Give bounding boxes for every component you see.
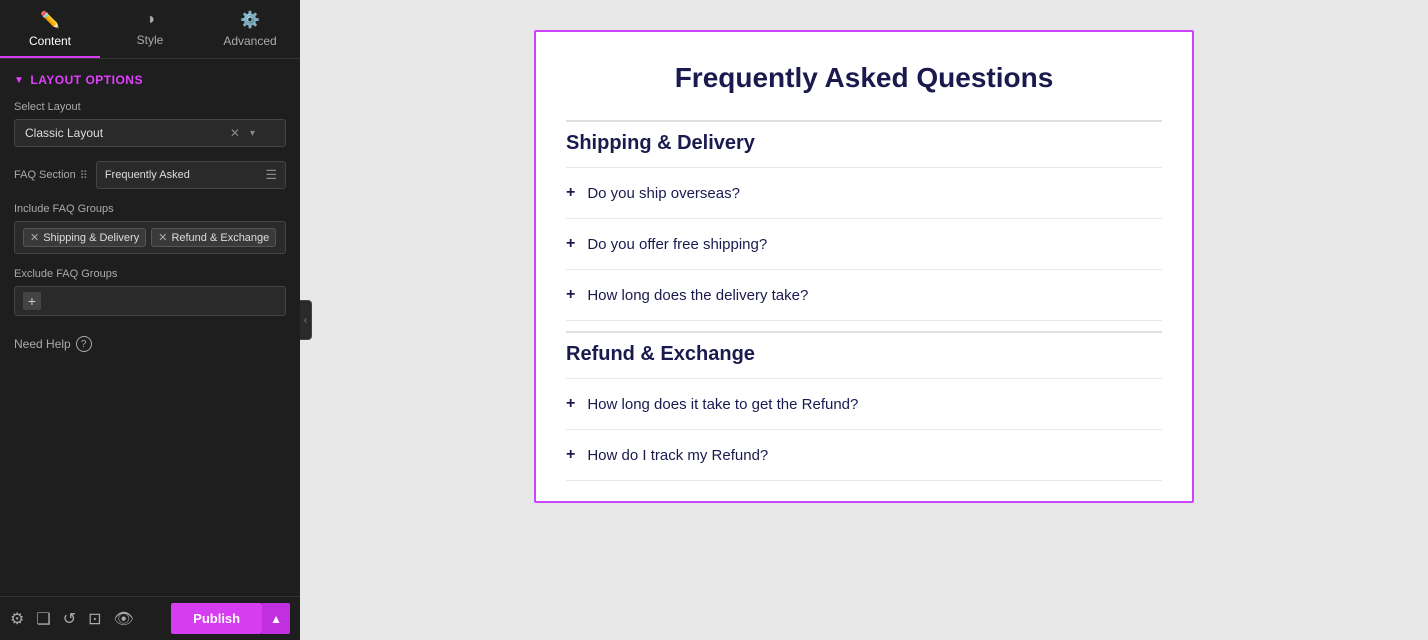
tab-content-label: Content	[29, 34, 71, 48]
faq-group-refund-title: Refund & Exchange	[566, 331, 1162, 378]
history-icon[interactable]: ↺	[63, 609, 76, 629]
layers-icon[interactable]: ❑	[36, 609, 50, 629]
remove-refund-tag-icon[interactable]: ✕	[158, 231, 167, 244]
layout-options-section: ▼ Layout Options	[14, 73, 286, 87]
list-icon: ☰	[265, 167, 277, 183]
faq-group-shipping-title: Shipping & Delivery	[566, 120, 1162, 167]
publish-chevron-button[interactable]: ▲	[262, 603, 290, 634]
tag-shipping-label: Shipping & Delivery	[43, 232, 139, 244]
faq-plus-icon: +	[566, 235, 575, 253]
include-tags-container: ✕ Shipping & Delivery ✕ Refund & Exchang…	[14, 221, 286, 254]
faq-section-dropdown[interactable]: Frequently Asked ☰	[96, 161, 286, 189]
need-help[interactable]: Need Help ?	[14, 336, 286, 352]
faq-plus-icon: +	[566, 286, 575, 304]
tabs-bar: ✏️ Content ◑ Style ⚙️ Advanced	[0, 0, 300, 59]
add-exclude-group-button[interactable]: +	[23, 292, 41, 310]
tag-refund: ✕ Refund & Exchange	[151, 228, 276, 247]
faq-group-shipping: Shipping & Delivery + Do you ship overse…	[566, 120, 1162, 321]
clear-layout-icon[interactable]: ✕	[230, 126, 240, 140]
faq-widget: Frequently Asked Questions Shipping & De…	[534, 30, 1194, 503]
select-layout-value: Classic Layout	[25, 126, 103, 140]
tab-advanced-label: Advanced	[223, 34, 276, 48]
style-icon: ◑	[145, 11, 155, 29]
faq-question-2: Do you offer free shipping?	[587, 236, 767, 253]
panel-content: ▼ Layout Options Select Layout Classic L…	[0, 59, 300, 596]
faq-question-1: Do you ship overseas?	[587, 185, 740, 202]
select-layout-wrapper: Classic Layout ✕ ▾	[14, 119, 286, 147]
settings-icon[interactable]: ⚙	[10, 609, 24, 629]
dropdown-arrow-icon: ▾	[250, 128, 255, 139]
faq-section-label: FAQ Section ⠿	[14, 169, 88, 182]
publish-button[interactable]: Publish	[171, 603, 262, 634]
faq-section-value: Frequently Asked	[105, 169, 190, 181]
advanced-icon: ⚙️	[240, 10, 260, 30]
tab-content[interactable]: ✏️ Content	[0, 0, 100, 58]
exclude-faq-groups-label: Exclude FAQ Groups	[14, 268, 286, 280]
faq-item[interactable]: + How long does the delivery take?	[566, 269, 1162, 321]
faq-question-5: How do I track my Refund?	[587, 447, 768, 464]
faq-question-4: How long does it take to get the Refund?	[587, 396, 858, 413]
tab-advanced[interactable]: ⚙️ Advanced	[200, 0, 300, 58]
tag-refund-label: Refund & Exchange	[171, 232, 269, 244]
faq-plus-icon: +	[566, 395, 575, 413]
remove-shipping-tag-icon[interactable]: ✕	[30, 231, 39, 244]
faq-group-refund: Refund & Exchange + How long does it tak…	[566, 331, 1162, 481]
faq-item[interactable]: + How long does it take to get the Refun…	[566, 378, 1162, 429]
faq-item[interactable]: + How do I track my Refund?	[566, 429, 1162, 481]
faq-section-row: FAQ Section ⠿ Frequently Asked ☰	[14, 161, 286, 189]
right-panel: Frequently Asked Questions Shipping & De…	[300, 0, 1428, 640]
drag-icon: ⠿	[80, 169, 88, 182]
faq-plus-icon: +	[566, 184, 575, 202]
include-faq-groups-label: Include FAQ Groups	[14, 203, 286, 215]
section-arrow-icon: ▼	[14, 75, 24, 86]
responsive-icon[interactable]: ⊡	[88, 609, 101, 629]
left-panel: ✏️ Content ◑ Style ⚙️ Advanced ▼ Layout …	[0, 0, 300, 640]
select-layout-dropdown[interactable]: Classic Layout ✕ ▾	[14, 119, 286, 147]
content-icon: ✏️	[40, 10, 60, 30]
faq-item[interactable]: + Do you offer free shipping?	[566, 218, 1162, 269]
preview-icon[interactable]: 👁	[114, 609, 134, 629]
collapse-panel-handle[interactable]: ‹	[300, 300, 312, 340]
select-layout-label: Select Layout	[14, 101, 286, 113]
tag-shipping: ✕ Shipping & Delivery	[23, 228, 146, 247]
help-circle-icon: ?	[76, 336, 92, 352]
publish-area: Publish ▲	[171, 603, 290, 634]
publish-label: Publish	[193, 611, 240, 626]
faq-question-3: How long does the delivery take?	[587, 287, 808, 304]
section-title: Layout Options	[30, 73, 143, 87]
need-help-label: Need Help	[14, 337, 71, 351]
faq-item[interactable]: + Do you ship overseas?	[566, 167, 1162, 218]
tab-style[interactable]: ◑ Style	[100, 0, 200, 58]
bottom-bar: ⚙ ❑ ↺ ⊡ 👁 Publish ▲	[0, 596, 300, 640]
exclude-field: +	[14, 286, 286, 316]
faq-main-title: Frequently Asked Questions	[566, 62, 1162, 94]
tab-style-label: Style	[137, 33, 164, 47]
faq-plus-icon: +	[566, 446, 575, 464]
bottom-icons: ⚙ ❑ ↺ ⊡ 👁	[10, 609, 134, 629]
